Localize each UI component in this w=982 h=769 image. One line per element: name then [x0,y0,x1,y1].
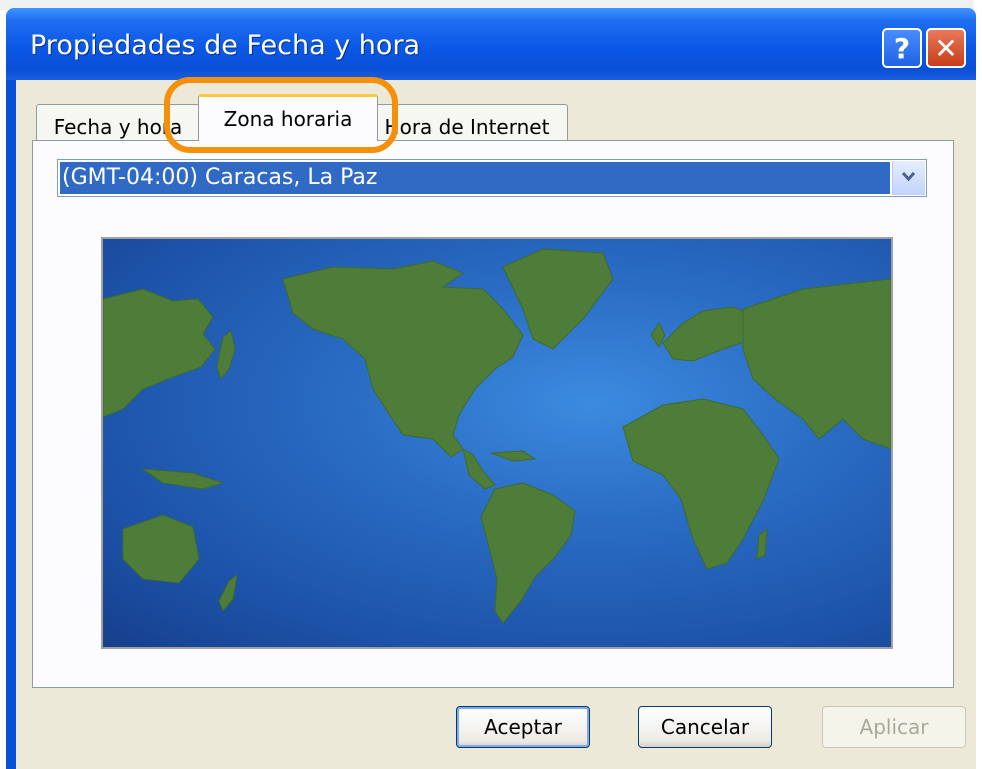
time-zone-selected-value: (GMT-04:00) Caracas, La Paz [60,162,890,194]
land-australia [122,514,200,584]
land-islands-southeast-asia [141,468,225,490]
land-central-america [462,447,496,490]
world-map [101,237,893,649]
world-map-icon [103,248,891,624]
title-bar[interactable]: Propiedades de Fecha y hora ? ✕ [6,8,976,80]
dropdown-arrow-button[interactable] [892,161,925,195]
tab-label: Hora de Internet [384,115,550,139]
window-frame-left [6,80,16,769]
land-asia-east [742,278,891,450]
land-north-america [282,260,524,458]
land-south-america [480,482,576,624]
help-icon: ? [893,32,911,65]
land-caribbean [490,450,537,462]
time-zone-panel: (GMT-04:00) Caracas, La Paz [32,140,954,688]
land-africa [622,398,780,570]
time-zone-dropdown[interactable]: (GMT-04:00) Caracas, La Paz [57,159,927,197]
tab-label: Fecha y hora [53,115,183,139]
tab-highlight-annotation [164,77,398,153]
date-time-properties-window: Propiedades de Fecha y hora ? ✕ Fecha y … [0,0,982,769]
cancel-button[interactable]: Cancelar [638,706,772,748]
land-japan [216,330,236,381]
chevron-down-icon [901,171,916,182]
land-madagascar [756,527,768,560]
close-icon: ✕ [934,32,958,65]
land-asia-west-edge [103,288,216,418]
help-button[interactable]: ? [882,28,922,68]
close-button[interactable]: ✕ [926,28,966,68]
window-title: Propiedades de Fecha y hora [30,30,421,61]
dialog-body: Fecha y hora Hora de Internet Zona horar… [16,80,976,769]
land-new-zealand [218,573,238,612]
ok-button[interactable]: Aceptar [456,706,590,748]
apply-button[interactable]: Aplicar [822,706,966,748]
